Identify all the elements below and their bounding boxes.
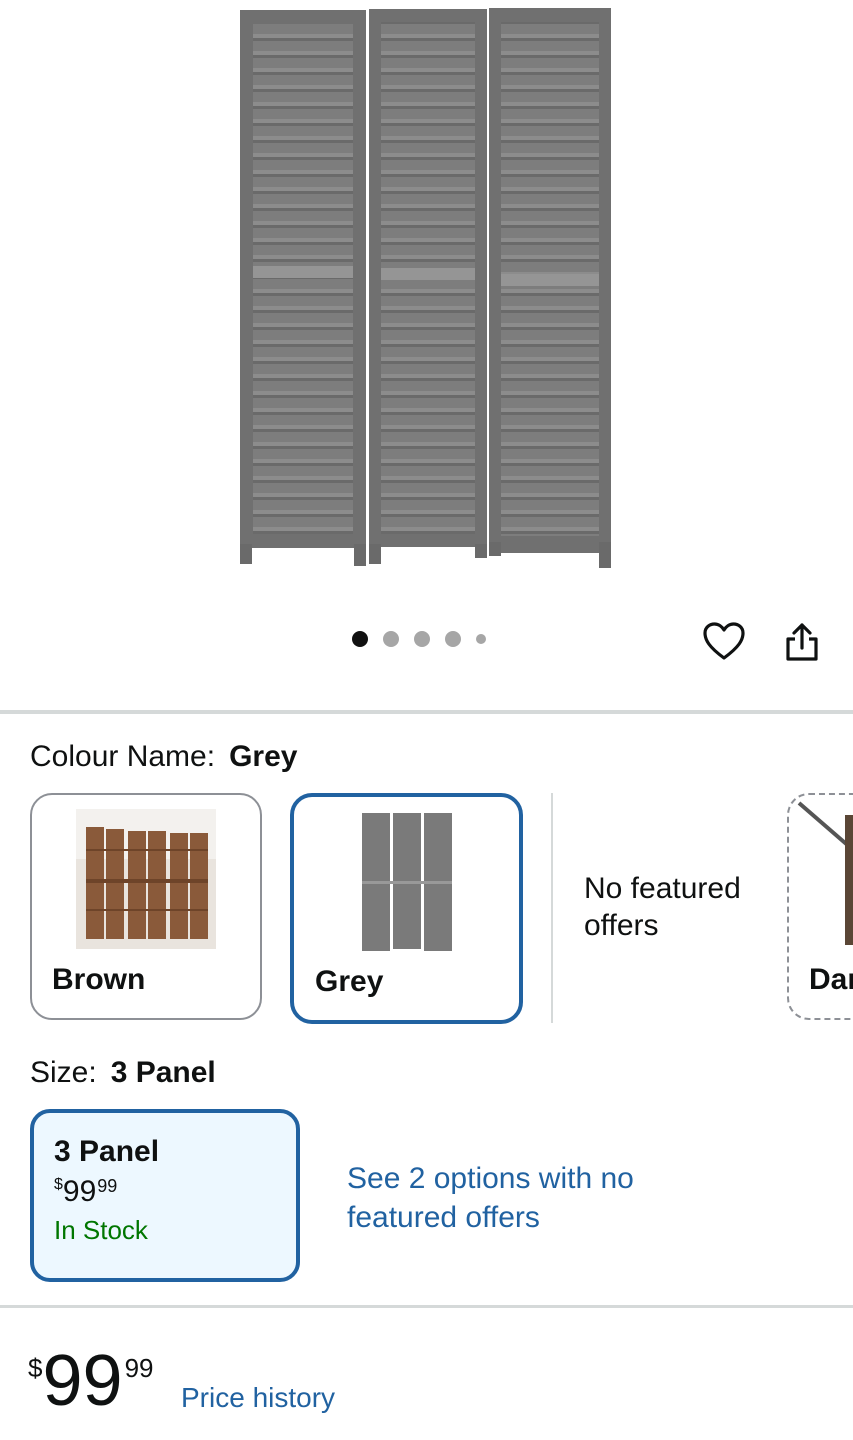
wishlist-button[interactable] xyxy=(700,618,748,666)
product-image-area[interactable] xyxy=(0,0,853,700)
colour-selected-value: Grey xyxy=(229,740,298,773)
pagination-dot[interactable] xyxy=(445,631,461,647)
pagination-dot[interactable] xyxy=(414,631,430,647)
pagination-dot[interactable] xyxy=(476,634,486,644)
colour-swatch-grey[interactable]: Grey xyxy=(290,793,523,1024)
divider-panel xyxy=(489,8,611,568)
currency-symbol: $ xyxy=(54,1176,63,1193)
size-option-title: 3 Panel xyxy=(54,1135,160,1168)
swatch-separator xyxy=(551,793,553,1023)
swatch-label: Dar xyxy=(809,963,853,996)
colour-label: Colour Name: xyxy=(30,740,216,773)
image-pagination-dots[interactable] xyxy=(352,631,486,647)
size-option-price: $9999 xyxy=(54,1175,296,1209)
divider-panel xyxy=(240,10,366,566)
swatch-thumbnail xyxy=(360,811,454,953)
pagination-dot[interactable] xyxy=(383,631,399,647)
price-cents: 99 xyxy=(97,1176,118,1196)
stock-status: In Stock xyxy=(54,1215,148,1245)
size-selected-value: 3 Panel xyxy=(110,1056,216,1089)
divider-panel xyxy=(369,9,487,564)
section-divider xyxy=(0,710,853,714)
price-whole: 99 xyxy=(42,1341,123,1421)
colour-label-row: Colour Name: Grey xyxy=(30,740,297,774)
size-label: Size: xyxy=(30,1056,97,1089)
currency-symbol: $ xyxy=(28,1353,43,1383)
pagination-dot[interactable] xyxy=(352,631,368,647)
swatch-thumbnail xyxy=(797,801,853,945)
section-divider xyxy=(0,1305,853,1308)
size-option-3-panel[interactable]: 3 Panel $9999 In Stock xyxy=(30,1109,300,1282)
colour-swatch-brown[interactable]: Brown xyxy=(30,793,262,1020)
price-whole: 99 xyxy=(62,1175,97,1208)
swatch-thumbnail xyxy=(76,809,216,949)
product-image[interactable] xyxy=(236,4,616,576)
see-options-link[interactable]: See 2 options with no featured offers xyxy=(347,1159,647,1237)
swatch-label: Brown xyxy=(52,963,146,996)
share-button[interactable] xyxy=(778,618,826,666)
colour-swatch-dark[interactable]: Dar xyxy=(787,793,853,1020)
price-cents: 99 xyxy=(124,1353,154,1383)
size-label-row: Size: 3 Panel xyxy=(30,1056,216,1090)
share-icon xyxy=(786,623,818,661)
no-featured-offers-text: No featured offers xyxy=(584,872,741,942)
swatch-label: Grey xyxy=(315,965,384,998)
main-price: $ 99 99 xyxy=(28,1345,153,1417)
heart-icon xyxy=(703,622,745,660)
price-history-link[interactable]: Price history xyxy=(181,1382,335,1414)
